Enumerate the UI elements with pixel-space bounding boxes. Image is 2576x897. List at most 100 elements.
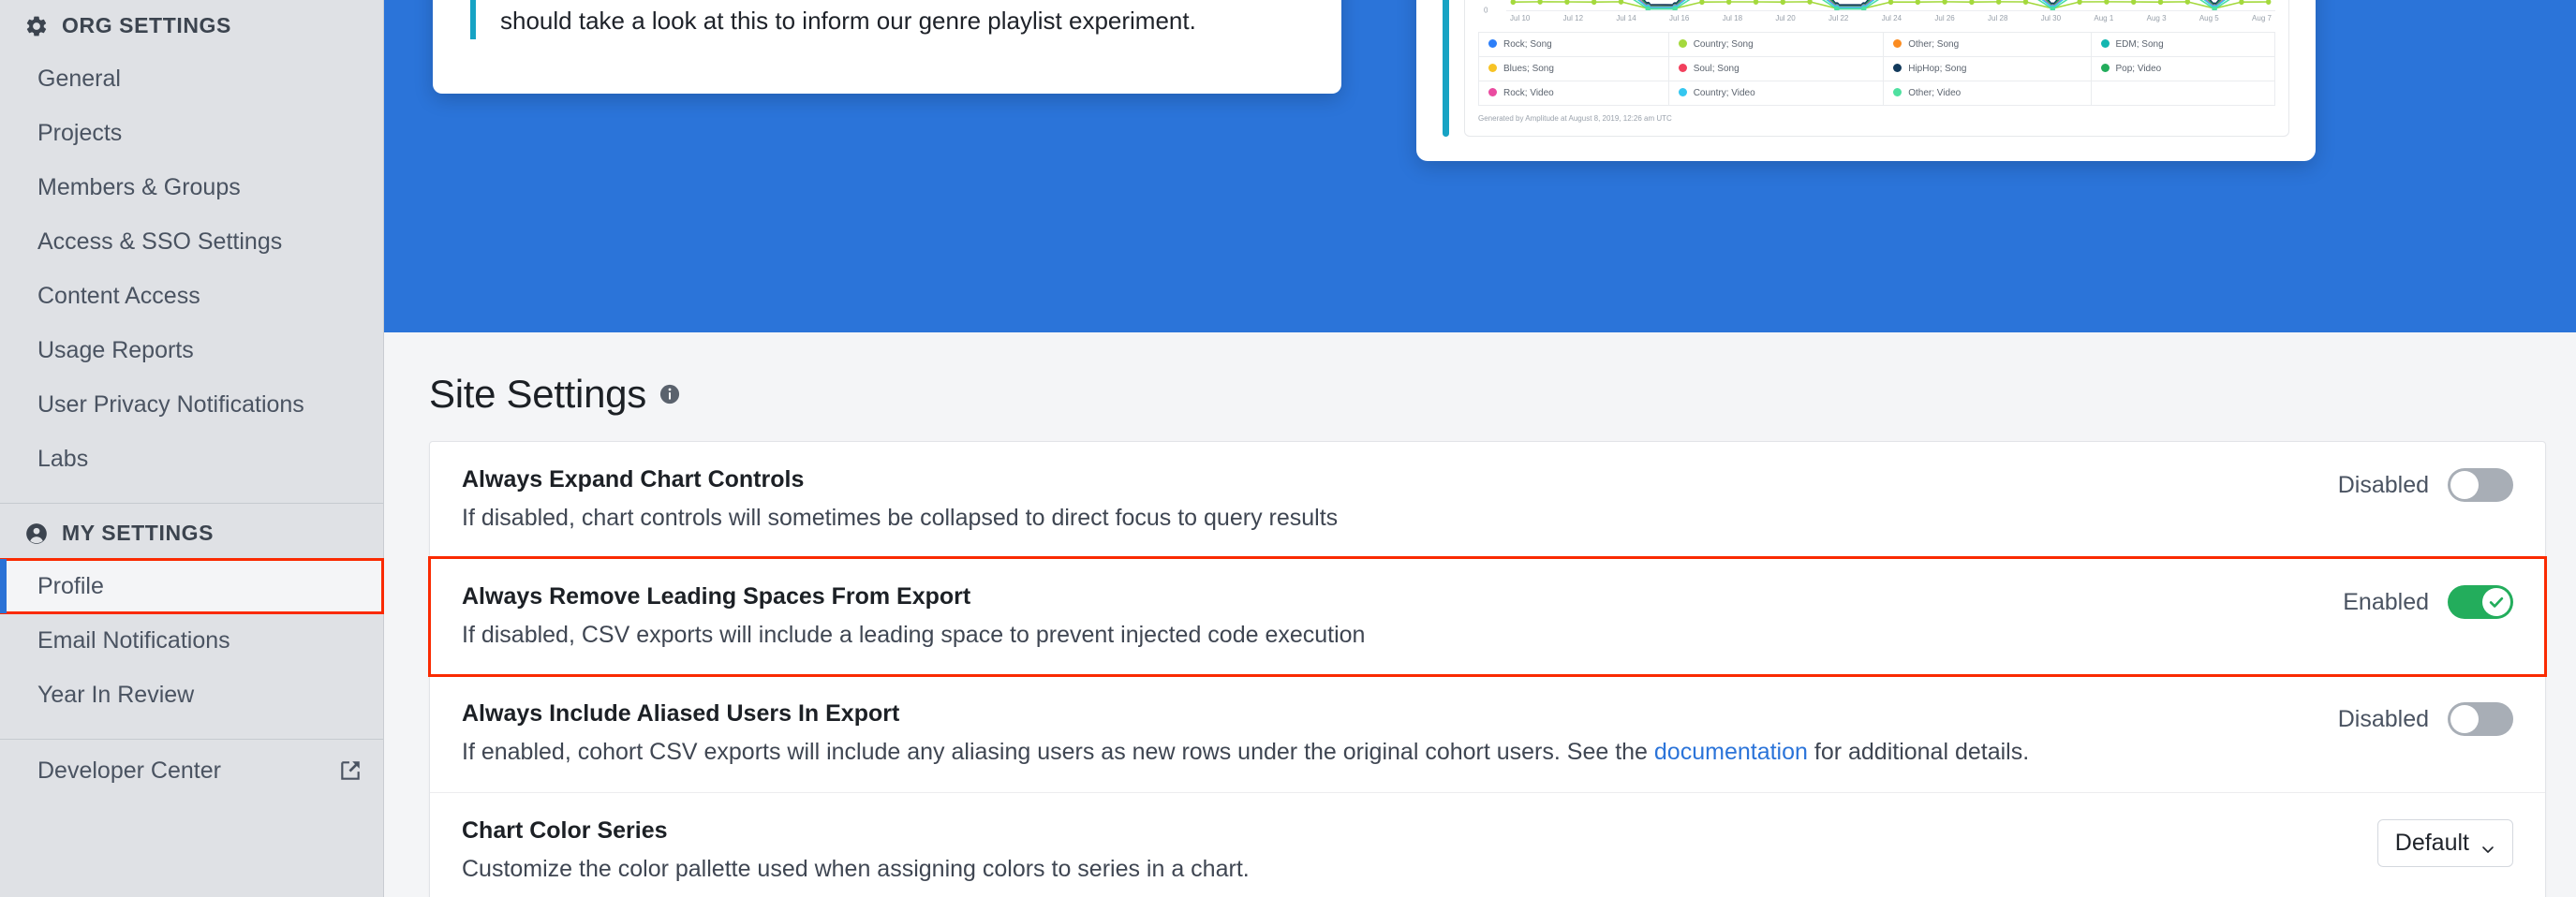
sidebar-item-email-notifications[interactable]: Email Notifications bbox=[0, 613, 383, 668]
legend-color-swatch bbox=[1893, 39, 1902, 48]
sidebar-divider-2 bbox=[0, 739, 383, 740]
status-badge: Enabled bbox=[2343, 588, 2429, 615]
setting-description: If enabled, cohort CSV exports will incl… bbox=[462, 737, 2242, 768]
hero-inner: @lan I didn't realize Rock was the most … bbox=[433, 0, 2527, 332]
sidebar-item-content-access[interactable]: Content Access bbox=[0, 269, 383, 323]
setting-control: Disabled bbox=[2270, 700, 2513, 736]
legend-item[interactable]: Other; Song bbox=[1883, 32, 2092, 57]
sidebar-item-label: Email Notifications bbox=[37, 626, 230, 654]
x-tick-label: Jul 16 bbox=[1669, 14, 1690, 22]
page-title: Site Settings bbox=[429, 372, 646, 416]
user-circle-icon bbox=[24, 522, 49, 546]
setting-title: Chart Color Series bbox=[462, 817, 668, 844]
legend-color-swatch bbox=[1488, 88, 1497, 96]
hero-banner: @lan I didn't realize Rock was the most … bbox=[384, 0, 2576, 332]
legend-item[interactable]: Rock; Song bbox=[1478, 32, 1669, 57]
sidebar-item-projects[interactable]: Projects bbox=[0, 106, 383, 160]
site-settings-card: Always Expand Chart Controls If disabled… bbox=[428, 441, 2547, 897]
legend-color-swatch bbox=[1893, 64, 1902, 72]
toggle-always-expand-chart-controls[interactable] bbox=[2448, 468, 2513, 502]
legend-label: HipHop; Song bbox=[1908, 64, 1967, 74]
setting-control: Disabled bbox=[2270, 466, 2513, 502]
my-settings-section-label: MY SETTINGS bbox=[62, 521, 215, 545]
legend-item[interactable]: HipHop; Song bbox=[1883, 56, 2092, 81]
legend-color-swatch bbox=[2100, 39, 2110, 48]
legend-color-swatch bbox=[1678, 88, 1687, 96]
x-tick-label: Jul 12 bbox=[1562, 14, 1584, 22]
x-tick-label: Jul 20 bbox=[1775, 14, 1796, 22]
sidebar-item-members-groups[interactable]: Members & Groups bbox=[0, 160, 383, 214]
org-settings-section-label: ORG SETTINGS bbox=[62, 13, 231, 37]
legend-label: Rock; Video bbox=[1503, 88, 1554, 98]
setting-description-part-1: If enabled, cohort CSV exports will incl… bbox=[462, 739, 1654, 765]
sidebar-item-profile[interactable]: Profile bbox=[0, 558, 384, 614]
legend-label: Pop; Video bbox=[2115, 64, 2162, 74]
chart-color-series-select[interactable]: Default bbox=[2376, 819, 2513, 867]
external-link-icon bbox=[338, 758, 363, 783]
toggle-always-remove-leading-spaces-from-export[interactable] bbox=[2448, 585, 2513, 619]
setting-control: Enabled bbox=[2270, 583, 2513, 619]
setting-row-always-remove-leading-spaces-from-export: Always Remove Leading Spaces From Export… bbox=[428, 556, 2547, 677]
sidebar-item-label: Profile bbox=[37, 572, 104, 599]
sidebar-item-developer-center[interactable]: Developer Center bbox=[0, 743, 383, 798]
legend-item[interactable]: EDM; Song bbox=[2090, 32, 2275, 57]
x-tick-label: Jul 14 bbox=[1616, 14, 1636, 22]
info-icon[interactable] bbox=[659, 384, 680, 404]
legend-item[interactable]: Soul; Song bbox=[1667, 56, 1885, 81]
chevron-down-icon bbox=[2480, 836, 2495, 853]
y-tick-label: 0 bbox=[1484, 6, 1488, 15]
sidebar: ORG SETTINGS General Projects Members & … bbox=[0, 0, 384, 897]
setting-title: Always Expand Chart Controls bbox=[462, 466, 805, 493]
legend-item[interactable]: Pop; Video bbox=[2090, 56, 2275, 81]
sidebar-item-labs[interactable]: Labs bbox=[0, 432, 383, 486]
legend-item[interactable]: Country; Video bbox=[1667, 81, 1885, 106]
legend-item[interactable]: Rock; Video bbox=[1478, 81, 1669, 106]
toggle-always-include-aliased-users-in-export[interactable] bbox=[2448, 702, 2513, 736]
sidebar-divider-1 bbox=[0, 503, 383, 504]
sidebar-item-usage-reports[interactable]: Usage Reports bbox=[0, 323, 383, 377]
setting-control: Default bbox=[2270, 817, 2513, 867]
legend-item[interactable]: Country; Song bbox=[1667, 32, 1885, 57]
sidebar-item-label: Content Access bbox=[37, 282, 200, 309]
x-tick-label: Aug 5 bbox=[2198, 14, 2219, 22]
legend-item[interactable]: Other; Video bbox=[1883, 81, 2092, 106]
x-tick-label: Aug 3 bbox=[2146, 14, 2167, 22]
legend-label: Other; Video bbox=[1908, 88, 1962, 98]
sidebar-item-label: Developer Center bbox=[37, 757, 221, 784]
sidebar-item-label: Year In Review bbox=[37, 681, 195, 708]
legend-color-swatch bbox=[2100, 64, 2110, 72]
setting-text: Always Remove Leading Spaces From Export… bbox=[462, 583, 2270, 651]
legend-label: Blues; Song bbox=[1503, 64, 1554, 74]
legend-row: Blues; Song Soul; Song HipHop; Song Pop; Vi… bbox=[1478, 56, 2275, 81]
comment-quote: @lan I didn't realize Rock was the most … bbox=[470, 0, 1304, 39]
chart-x-axis-ticks: Jul 10 Jul 12 Jul 14 Jul 16 Jul 18 Jul 20 Jul … bbox=[1506, 10, 2275, 22]
x-tick-label: Jul 30 bbox=[2040, 14, 2062, 22]
sidebar-item-general[interactable]: General bbox=[0, 51, 383, 106]
comment-card: @lan I didn't realize Rock was the most … bbox=[433, 0, 1341, 94]
documentation-link[interactable]: documentation bbox=[1654, 739, 1808, 765]
setting-row-always-include-aliased-users-in-export: Always Include Aliased Users In Export I… bbox=[430, 675, 2545, 792]
sidebar-item-user-privacy-notifications[interactable]: User Privacy Notifications bbox=[0, 377, 383, 432]
chart-legend: Rock; Song Country; Song Other; Song EDM; S… bbox=[1478, 32, 2275, 106]
setting-description-part-2: for additional details. bbox=[1807, 739, 2030, 765]
org-settings-section-header: ORG SETTINGS bbox=[0, 0, 383, 51]
sidebar-item-access-sso-settings[interactable]: Access & SSO Settings bbox=[0, 214, 383, 269]
comment-text-part-2: you should take a look at this to inform… bbox=[500, 7, 1196, 35]
gear-icon bbox=[24, 14, 49, 38]
legend-item[interactable]: Blues; Song bbox=[1478, 56, 1669, 81]
chart-body: Play Song group by Event Segmentation | … bbox=[1464, 0, 2289, 137]
chart-plot-area: Uniques 60k 40k 20k 0 bbox=[1484, 0, 2275, 15]
status-badge: Disabled bbox=[2337, 705, 2429, 732]
setting-description: Customize the color pallette used when a… bbox=[462, 856, 1250, 882]
setting-text: Chart Color Series Customize the color p… bbox=[462, 817, 2270, 885]
sidebar-item-label: Access & SSO Settings bbox=[37, 228, 283, 255]
toggle-knob bbox=[2450, 471, 2479, 499]
chart-card-accent-bar bbox=[1443, 0, 1449, 137]
setting-text: Always Expand Chart Controls If disabled… bbox=[462, 466, 2270, 534]
chart-footer-text: Generated by Amplitude at August 8, 2019… bbox=[1478, 114, 1672, 123]
sidebar-item-label: Usage Reports bbox=[37, 336, 194, 363]
legend-row: Rock; Song Country; Song Other; Song EDM; S… bbox=[1478, 32, 2275, 57]
setting-row-chart-color-series: Chart Color Series Customize the color p… bbox=[430, 792, 2545, 897]
sidebar-item-year-in-review[interactable]: Year In Review bbox=[0, 668, 383, 722]
chart-card[interactable]: Play Song group by Event Segmentation | … bbox=[1416, 0, 2316, 161]
